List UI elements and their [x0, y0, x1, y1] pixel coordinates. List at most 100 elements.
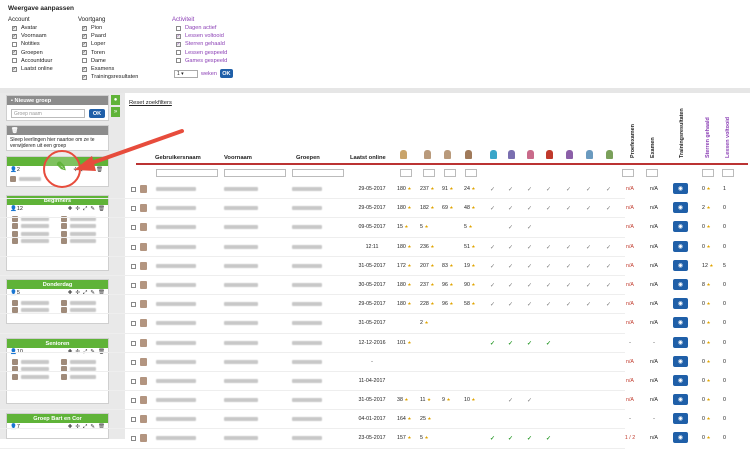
view-results-button[interactable]: ◉: [673, 432, 688, 444]
filter-groups-input[interactable]: [292, 169, 344, 177]
filter-firstname-input[interactable]: [224, 169, 286, 177]
checkbox-icon[interactable]: ✓: [82, 41, 87, 47]
view-results-button[interactable]: ◉: [673, 240, 688, 252]
header-lessons[interactable]: Lessen voltooid: [725, 117, 731, 158]
group-name-input[interactable]: Groep naam: [11, 109, 85, 118]
table-row[interactable]: 12-12-2016 101 ★ ✓ ✓ ✓ ✓ - - ◉ 0 ★ 0: [0, 334, 726, 353]
account-checkbox-3[interactable]: ✓ Groepen: [8, 49, 53, 57]
view-results-button[interactable]: ◉: [673, 355, 688, 367]
activiteit-checkbox-0[interactable]: Dagen actief: [172, 24, 227, 32]
voortgang-checkbox-2[interactable]: ✓ Loper: [78, 40, 138, 48]
row-checkbox[interactable]: [131, 359, 136, 365]
filter-lessons-input[interactable]: [722, 169, 734, 177]
table-row[interactable]: 29-05-2017 180 ★ 237 ★ 91 ★ 24 ★ ✓ ✓ ✓ ✓ ✓ ✓ ✓ n/A n/…: [0, 180, 726, 200]
checkbox-icon[interactable]: ✓: [12, 25, 17, 31]
table-row[interactable]: 31-05-2017 38 ★ 11 ★ 9 ★ 10 ★ ✓ ✓ n/A n/A ◉ 0 ★ 0: [0, 391, 726, 411]
header-last-online[interactable]: Laatst online: [350, 155, 386, 161]
account-checkbox-4[interactable]: Accountduur: [8, 57, 53, 65]
filter-knight-input[interactable]: [423, 169, 435, 177]
voortgang-checkbox-1[interactable]: ✓ Paard: [78, 32, 138, 40]
sidebar-toggle-button[interactable]: ●: [111, 95, 120, 105]
checkbox-icon[interactable]: ✓: [82, 33, 87, 39]
row-checkbox[interactable]: [131, 187, 136, 192]
checkbox-icon[interactable]: [12, 41, 17, 47]
row-checkbox[interactable]: [131, 398, 136, 404]
view-results-button[interactable]: ◉: [673, 317, 688, 329]
row-checkbox[interactable]: [131, 417, 136, 423]
row-checkbox[interactable]: [131, 282, 136, 288]
row-checkbox[interactable]: [131, 302, 136, 308]
table-row[interactable]: 11-04-2017 n/A n/A ◉ 0 ★ 0: [0, 372, 726, 392]
reset-filters-link[interactable]: Reset zoekfilters: [129, 100, 172, 106]
checkbox-icon[interactable]: ✓: [82, 74, 87, 80]
account-checkbox-0[interactable]: ✓ Avatar: [8, 24, 53, 32]
voortgang-checkbox-5[interactable]: ✓ Examens: [78, 65, 138, 73]
view-results-button[interactable]: ◉: [673, 413, 688, 425]
view-results-button[interactable]: ◉: [673, 394, 688, 406]
header-training[interactable]: Trainingsresultaten: [679, 108, 685, 158]
table-row[interactable]: 30-05-2017 180 ★ 237 ★ 96 ★ 90 ★ ✓ ✓ ✓ ✓ ✓ ✓ ✓ n/A n/…: [0, 276, 726, 296]
header-stars[interactable]: Sterren gehaald: [705, 117, 711, 158]
checkbox-icon[interactable]: ✓: [82, 25, 87, 31]
checkbox-icon[interactable]: [176, 50, 181, 56]
voortgang-checkbox-4[interactable]: Dame: [78, 57, 138, 65]
filter-pawn-input[interactable]: [400, 169, 412, 177]
filter-username-input[interactable]: [156, 169, 218, 177]
view-results-button[interactable]: ◉: [673, 183, 688, 194]
view-results-button[interactable]: ◉: [673, 221, 688, 233]
account-checkbox-1[interactable]: ✓ Voornaam: [8, 32, 53, 40]
checkbox-icon[interactable]: ✓: [82, 66, 87, 72]
filter-examen-input[interactable]: [646, 169, 658, 177]
checkbox-icon[interactable]: ✓: [12, 33, 17, 39]
view-results-button[interactable]: ◉: [673, 202, 688, 214]
table-row[interactable]: 31-05-2017 2 ★ n/A n/A ◉ 0 ★ 0: [0, 314, 726, 334]
row-checkbox[interactable]: [131, 263, 136, 269]
row-checkbox[interactable]: [131, 225, 136, 231]
apply-ok-button[interactable]: OK: [219, 69, 233, 78]
checkbox-icon[interactable]: [82, 58, 87, 64]
table-row[interactable]: 29-05-2017 180 ★ 228 ★ 96 ★ 58 ★ ✓ ✓ ✓ ✓ ✓ ✓ ✓ n/A n/…: [0, 295, 726, 315]
activiteit-checkbox-4[interactable]: Games gespeeld: [172, 57, 227, 65]
checkbox-icon[interactable]: [12, 58, 17, 64]
table-row[interactable]: 12:11 180 ★ 236 ★ 51 ★ ✓ ✓ ✓ ✓ ✓ ✓ ✓ n/A n/A ◉ 0 ★ 0: [0, 238, 726, 257]
header-username[interactable]: Gebruikersnaam: [155, 155, 201, 161]
sidebar-expand-button[interactable]: »: [111, 107, 120, 117]
activiteit-checkbox-1[interactable]: ✓ Lessen voltooid: [172, 32, 227, 40]
filter-stars-input[interactable]: [702, 169, 714, 177]
header-firstname[interactable]: Voornaam: [224, 155, 252, 161]
checkbox-icon[interactable]: ✓: [12, 50, 17, 56]
view-results-button[interactable]: ◉: [673, 298, 688, 310]
header-proefexamen[interactable]: Proefexamen: [630, 124, 636, 158]
voortgang-checkbox-3[interactable]: ✓ Toren: [78, 49, 138, 57]
view-results-button[interactable]: ◉: [673, 374, 688, 386]
filter-bishop-input[interactable]: [444, 169, 456, 177]
table-row[interactable]: 23-05-2017 157 ★ 5 ★ ✓ ✓ ✓ ✓ 1 / 2 n/A ◉ 0 ★ 0: [0, 429, 726, 449]
table-row[interactable]: - n/A n/A ◉ 0 ★ 0: [0, 353, 726, 372]
view-results-button[interactable]: ◉: [673, 336, 688, 348]
row-checkbox[interactable]: [131, 378, 136, 384]
table-row[interactable]: 31-05-2017 172 ★ 207 ★ 83 ★ 19 ★ ✓ ✓ ✓ ✓ ✓ ✓ ✓ n/A n/…: [0, 257, 726, 276]
header-examen[interactable]: Examen: [650, 137, 656, 158]
new-group-ok-button[interactable]: OK: [89, 109, 105, 118]
row-checkbox[interactable]: [131, 340, 136, 346]
checkbox-icon[interactable]: ✓: [176, 41, 181, 47]
row-checkbox[interactable]: [131, 244, 136, 250]
account-checkbox-5[interactable]: ✓ Laatst online: [8, 65, 53, 73]
table-row[interactable]: 09-05-2017 15 ★ 5 ★ 5 ★ ✓ ✓ n/A n/A ◉ 0 ★ 0: [0, 218, 726, 238]
view-results-button[interactable]: ◉: [673, 259, 688, 271]
row-checkbox[interactable]: [131, 321, 136, 327]
voortgang-checkbox-6[interactable]: ✓ Trainingsresultaten: [78, 73, 138, 81]
filter-proefexamen-input[interactable]: [622, 169, 634, 177]
table-row[interactable]: 29-05-2017 180 ★ 182 ★ 69 ★ 48 ★ ✓ ✓ ✓ ✓ ✓ ✓ ✓ n/A n/…: [0, 199, 726, 219]
activiteit-checkbox-2[interactable]: ✓ Sterren gehaald: [172, 40, 227, 48]
table-row[interactable]: 04-01-2017 164 ★ 25 ★ - - ◉ 0 ★ 0: [0, 410, 726, 430]
checkbox-icon[interactable]: [176, 58, 181, 64]
header-groups[interactable]: Groepen: [296, 155, 320, 161]
row-checkbox[interactable]: [131, 206, 136, 212]
activiteit-checkbox-3[interactable]: Lessen gespeeld: [172, 49, 227, 57]
view-results-button[interactable]: ◉: [673, 278, 688, 290]
voortgang-checkbox-0[interactable]: ✓ Pion: [78, 24, 138, 32]
checkbox-icon[interactable]: ✓: [12, 66, 17, 72]
checkbox-icon[interactable]: ✓: [176, 33, 181, 39]
checkbox-icon[interactable]: ✓: [82, 50, 87, 56]
